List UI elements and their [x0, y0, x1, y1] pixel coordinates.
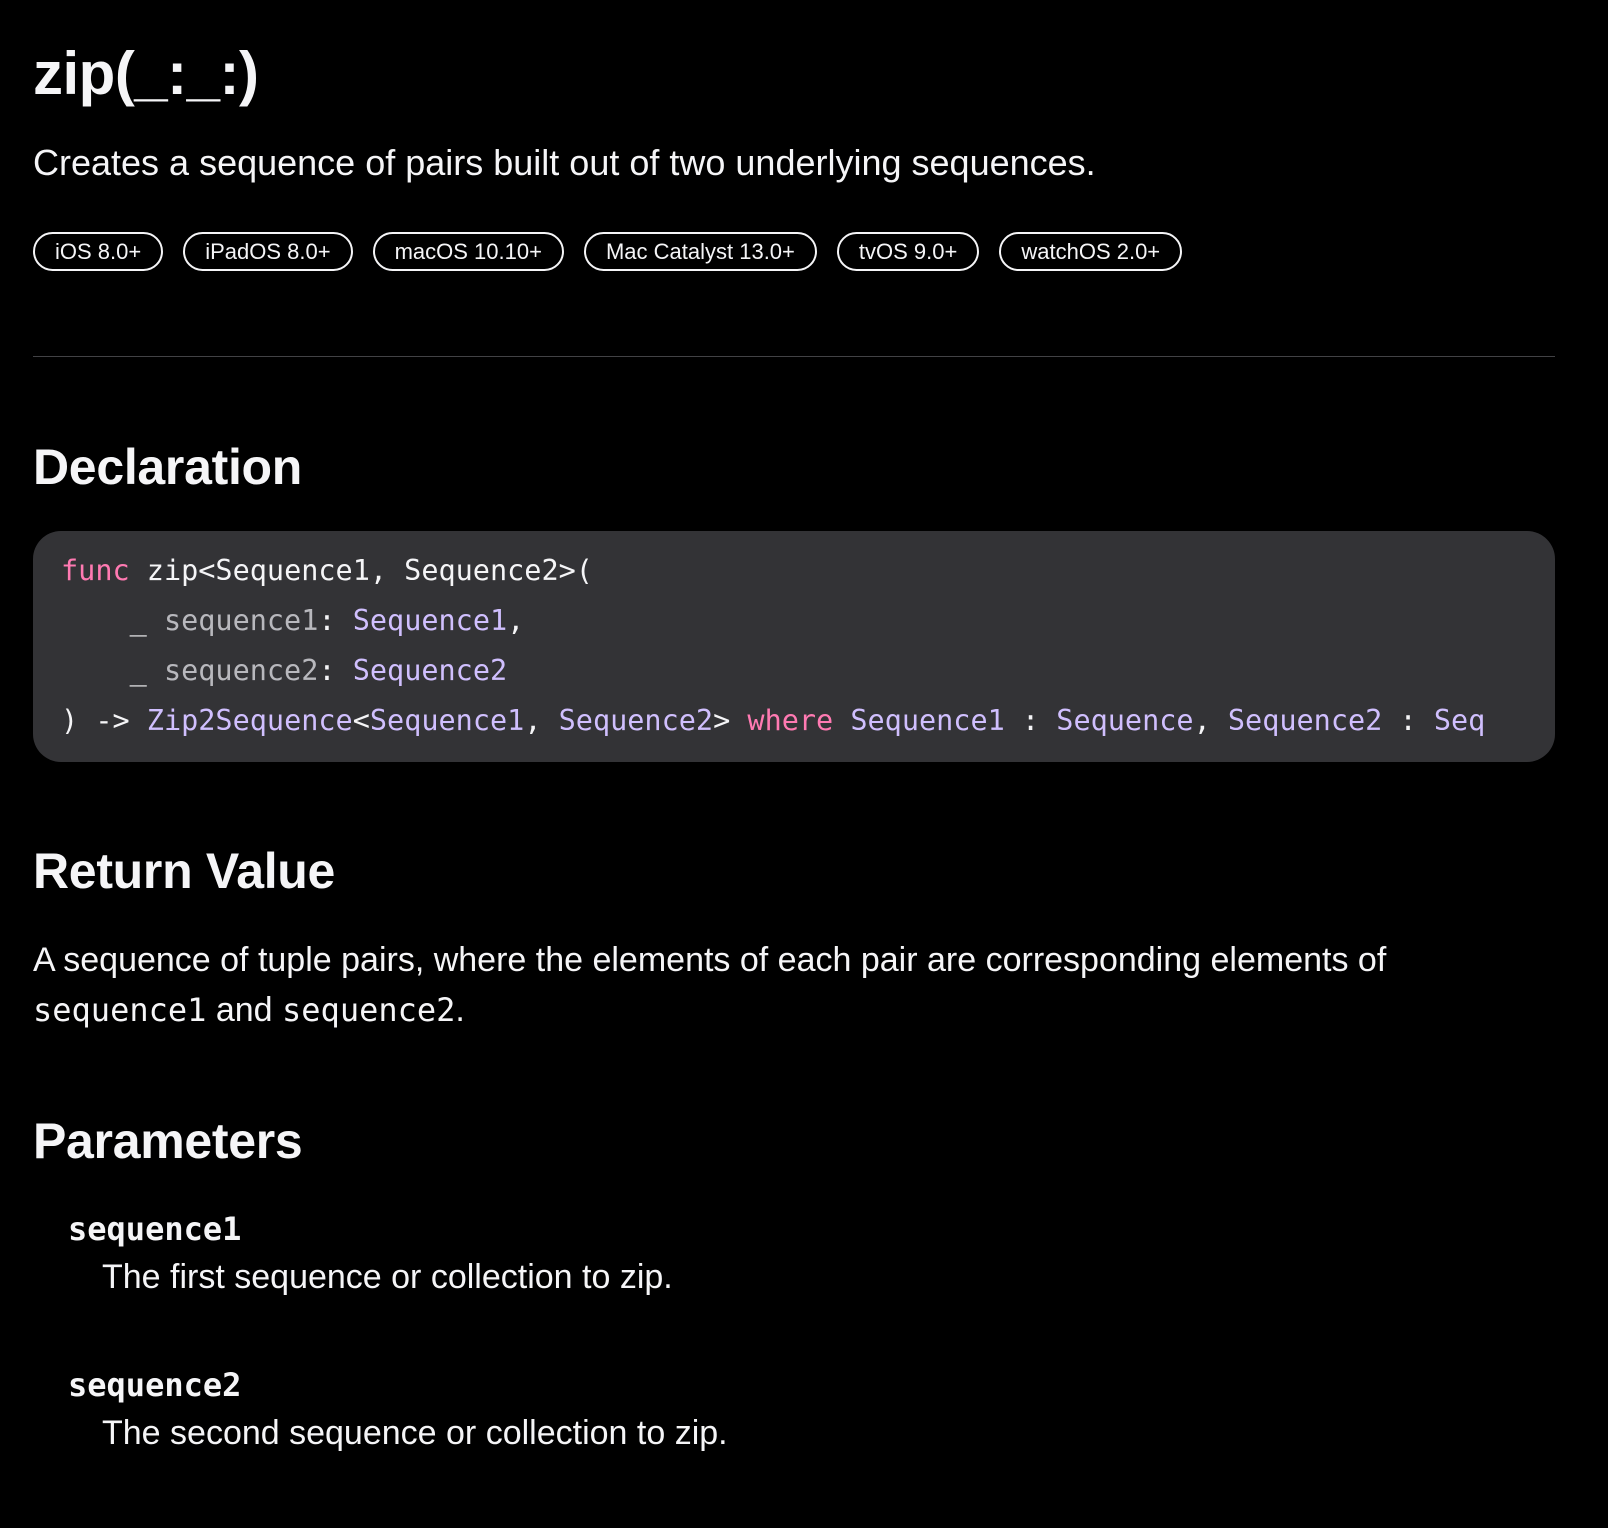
parameter-name: sequence2: [68, 1366, 242, 1404]
page-title: zip(_:_:): [33, 40, 259, 107]
return-value-and: and: [206, 991, 283, 1029]
parameter-description: The first sequence or collection to zip.: [102, 1258, 673, 1296]
type-link-sequence2[interactable]: Sequence2: [1228, 704, 1382, 737]
type-link-sequence-protocol-truncated[interactable]: Seq: [1434, 704, 1485, 737]
availability-badges: iOS 8.0+ iPadOS 8.0+ macOS 10.10+ Mac Ca…: [33, 232, 1183, 271]
code-comma: ,: [524, 704, 559, 737]
declaration-code-block[interactable]: func zip<Sequence1, Sequence2>( _ sequen…: [33, 531, 1555, 762]
availability-badge-ipados: iPadOS 8.0+: [183, 232, 353, 271]
code-colon: :: [1382, 704, 1434, 737]
availability-badge-ios: iOS 8.0+: [33, 232, 164, 271]
function-signature: zip<Sequence1, Sequence2>(: [129, 554, 593, 587]
code-comma: ,: [507, 604, 525, 637]
code-colon: :: [318, 654, 353, 687]
parameter-description: The second sequence or collection to zip…: [102, 1414, 728, 1452]
code-line-2: _ sequence1: Sequence1,: [61, 604, 525, 637]
type-link-sequence1[interactable]: Sequence1: [353, 604, 507, 637]
type-link-sequence1[interactable]: Sequence1: [370, 704, 524, 737]
keyword-func: func: [61, 554, 130, 587]
keyword-where: where: [730, 704, 851, 737]
abstract: Creates a sequence of pairs built out of…: [33, 142, 1096, 183]
parameter-name: sequence1: [68, 1210, 242, 1248]
param-name-sequence2: sequence2: [163, 654, 319, 687]
return-value-text: A sequence of tuple pairs, where the ele…: [33, 941, 1387, 979]
param-name-sequence1: sequence1: [163, 604, 319, 637]
code-indent: _: [61, 604, 164, 637]
return-value-period: .: [455, 991, 465, 1029]
declaration-heading: Declaration: [33, 439, 303, 495]
code-gt: >: [713, 704, 731, 737]
return-value-description: A sequence of tuple pairs, where the ele…: [33, 935, 1555, 1035]
availability-badge-mac-catalyst: Mac Catalyst 13.0+: [583, 232, 817, 271]
code-lt: <: [352, 704, 370, 737]
code-line-4: ) -> Zip2Sequence<Sequence1, Sequence2> …: [61, 704, 1485, 737]
type-link-sequence1[interactable]: Sequence1: [850, 704, 1004, 737]
type-link-sequence-protocol[interactable]: Sequence: [1056, 704, 1193, 737]
type-link-sequence2[interactable]: Sequence2: [353, 654, 507, 687]
availability-badge-macos: macOS 10.10+: [372, 232, 564, 271]
type-link-zip2sequence[interactable]: Zip2Sequence: [147, 704, 353, 737]
type-link-sequence2[interactable]: Sequence2: [559, 704, 713, 737]
code-colon: :: [318, 604, 353, 637]
return-arrow: ) ->: [61, 704, 147, 737]
code-indent: _: [61, 654, 164, 687]
code-line-3: _ sequence2: Sequence2: [61, 654, 508, 687]
parameters-heading: Parameters: [33, 1113, 303, 1169]
section-divider: [33, 356, 1555, 357]
availability-badge-watchos: watchOS 2.0+: [999, 232, 1183, 271]
code-line-1: func zip<Sequence1, Sequence2>(: [61, 554, 593, 587]
code-voice-sequence1: sequence1: [33, 991, 207, 1029]
code-voice-sequence2: sequence2: [282, 991, 456, 1029]
code-comma: ,: [1193, 704, 1228, 737]
return-value-heading: Return Value: [33, 843, 336, 899]
availability-badge-tvos: tvOS 9.0+: [836, 232, 980, 271]
code-colon: :: [1004, 704, 1057, 737]
